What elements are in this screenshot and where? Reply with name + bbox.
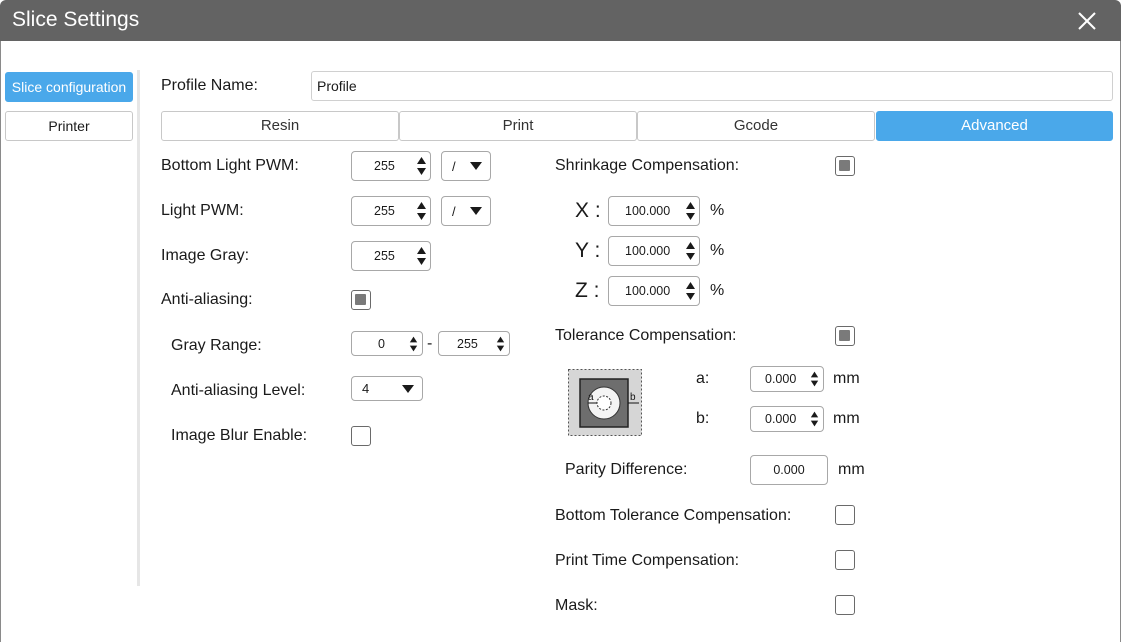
gray-range-max-spinbox[interactable]: 255 bbox=[438, 331, 510, 356]
tolerance-b-unit: mm bbox=[833, 410, 860, 427]
image-gray-spinbox[interactable]: 255 bbox=[351, 241, 431, 271]
bottom-light-pwm-spinbox[interactable]: 255 bbox=[351, 151, 431, 181]
gray-range-min-spinbox[interactable]: 0 bbox=[351, 331, 423, 356]
image-blur-checkbox[interactable] bbox=[351, 426, 371, 446]
spin-arrows-icon[interactable] bbox=[416, 245, 427, 267]
tab-gcode[interactable]: Gcode bbox=[637, 111, 875, 141]
tolerance-a-label: a: bbox=[696, 370, 710, 387]
gray-range-separator: - bbox=[427, 335, 433, 352]
shrinkage-x-unit: % bbox=[710, 202, 725, 219]
tolerance-b-value: 0.000 bbox=[765, 412, 797, 426]
shrinkage-compensation-checkbox[interactable] bbox=[835, 156, 855, 176]
spin-arrows-icon[interactable] bbox=[495, 335, 506, 353]
print-time-compensation-checkbox[interactable] bbox=[835, 550, 855, 570]
chevron-down-icon bbox=[470, 162, 482, 170]
tolerance-diagram-icon: a b bbox=[568, 369, 642, 436]
tolerance-compensation-label: Tolerance Compensation: bbox=[555, 327, 737, 344]
spin-arrows-icon[interactable] bbox=[809, 370, 820, 388]
diagram-a-label: a bbox=[588, 392, 594, 403]
chevron-down-icon bbox=[402, 384, 414, 393]
gray-range-min-value: 0 bbox=[378, 336, 385, 351]
tolerance-b-spinbox[interactable]: 0.000 bbox=[750, 406, 824, 432]
diagram-b-label: b bbox=[630, 392, 636, 403]
spin-arrows-icon[interactable] bbox=[809, 410, 820, 428]
bottom-light-pwm-dropdown[interactable]: / bbox=[441, 151, 491, 181]
light-pwm-dropdown[interactable]: / bbox=[441, 196, 491, 226]
anti-aliasing-label: Anti-aliasing: bbox=[161, 291, 253, 308]
tolerance-a-spinbox[interactable]: 0.000 bbox=[750, 366, 824, 392]
tolerance-a-unit: mm bbox=[833, 370, 860, 387]
spin-arrows-icon[interactable] bbox=[416, 200, 427, 222]
print-time-compensation-label: Print Time Compensation: bbox=[555, 552, 740, 569]
parity-difference-input[interactable]: 0.000 bbox=[750, 455, 828, 485]
gray-range-label: Gray Range: bbox=[171, 337, 262, 354]
spin-arrows-icon[interactable] bbox=[408, 335, 419, 353]
light-pwm-dropdown-value: / bbox=[452, 203, 456, 219]
window-title: Slice Settings bbox=[12, 8, 140, 31]
shrinkage-y-spinbox[interactable]: 100.000 bbox=[608, 236, 700, 266]
anti-aliasing-level-label: Anti-aliasing Level: bbox=[171, 382, 306, 399]
bottom-tolerance-compensation-checkbox[interactable] bbox=[835, 505, 855, 525]
shrinkage-y-value: 100.000 bbox=[625, 244, 671, 258]
parity-difference-unit: mm bbox=[838, 461, 865, 478]
light-pwm-label: Light PWM: bbox=[161, 202, 244, 219]
tolerance-b-label: b: bbox=[696, 410, 710, 427]
sidebar-item-printer[interactable]: Printer bbox=[5, 111, 133, 141]
anti-aliasing-level-value: 4 bbox=[362, 381, 370, 396]
chevron-down-icon bbox=[470, 207, 482, 215]
tab-print[interactable]: Print bbox=[399, 111, 637, 141]
spin-arrows-icon[interactable] bbox=[416, 155, 427, 177]
shrinkage-z-unit: % bbox=[710, 282, 725, 299]
profile-name-label: Profile Name: bbox=[161, 77, 258, 94]
image-blur-label: Image Blur Enable: bbox=[171, 427, 308, 444]
shrinkage-x-spinbox[interactable]: 100.000 bbox=[608, 196, 700, 226]
bottom-light-pwm-dropdown-value: / bbox=[452, 158, 456, 174]
tab-resin[interactable]: Resin bbox=[161, 111, 399, 141]
parity-difference-label: Parity Difference: bbox=[565, 461, 688, 478]
mask-label: Mask: bbox=[555, 597, 598, 614]
spin-arrows-icon[interactable] bbox=[685, 280, 696, 302]
close-icon[interactable] bbox=[1074, 8, 1100, 34]
anti-aliasing-level-dropdown[interactable]: 4 bbox=[351, 376, 423, 401]
shrinkage-x-label: X : bbox=[575, 199, 601, 222]
tolerance-compensation-checkbox[interactable] bbox=[835, 326, 855, 346]
shrinkage-x-value: 100.000 bbox=[625, 204, 671, 218]
shrinkage-z-spinbox[interactable]: 100.000 bbox=[608, 276, 700, 306]
image-gray-label: Image Gray: bbox=[161, 247, 250, 264]
bottom-light-pwm-value: 255 bbox=[374, 159, 395, 173]
gray-range-max-value: 255 bbox=[457, 336, 478, 351]
anti-aliasing-checkbox[interactable] bbox=[351, 290, 371, 310]
tab-advanced[interactable]: Advanced bbox=[876, 111, 1113, 141]
bottom-light-pwm-label: Bottom Light PWM: bbox=[161, 157, 299, 174]
shrinkage-z-label: Z : bbox=[575, 279, 600, 302]
image-gray-value: 255 bbox=[374, 249, 395, 263]
sidebar-divider bbox=[137, 70, 140, 586]
shrinkage-compensation-label: Shrinkage Compensation: bbox=[555, 157, 740, 174]
bottom-tolerance-compensation-label: Bottom Tolerance Compensation: bbox=[555, 507, 792, 524]
spin-arrows-icon[interactable] bbox=[685, 240, 696, 262]
tolerance-a-value: 0.000 bbox=[765, 372, 797, 386]
profile-name-input[interactable]: Profile bbox=[311, 71, 1113, 101]
light-pwm-spinbox[interactable]: 255 bbox=[351, 196, 431, 226]
title-bar: Slice Settings bbox=[0, 0, 1121, 41]
shrinkage-z-value: 100.000 bbox=[625, 284, 671, 298]
mask-checkbox[interactable] bbox=[835, 595, 855, 615]
light-pwm-value: 255 bbox=[374, 204, 395, 218]
shrinkage-y-unit: % bbox=[710, 242, 725, 259]
spin-arrows-icon[interactable] bbox=[685, 200, 696, 222]
sidebar-item-slice-configuration[interactable]: Slice configuration bbox=[5, 72, 133, 102]
shrinkage-y-label: Y : bbox=[575, 239, 601, 262]
